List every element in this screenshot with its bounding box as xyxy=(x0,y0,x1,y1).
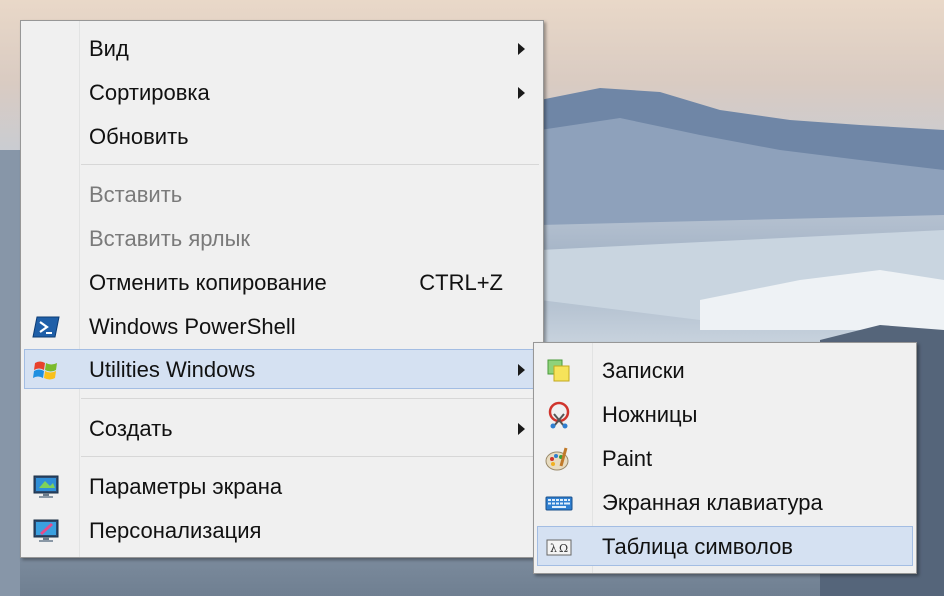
menu-item-label: Персонализация xyxy=(89,518,262,543)
submenu-item-snipping-tool[interactable]: Ножницы xyxy=(537,394,913,434)
menu-item-shortcut: CTRL+Z xyxy=(419,270,503,295)
submenu-arrow-icon xyxy=(518,423,525,435)
menu-item-label: Вставить xyxy=(89,182,183,207)
menu-item-refresh[interactable]: Обновить xyxy=(24,116,540,156)
submenu-item-sticky-notes[interactable]: Записки xyxy=(537,350,913,390)
on-screen-keyboard-icon xyxy=(545,496,573,511)
snipping-tool-icon xyxy=(548,401,570,429)
submenu-item-label: Paint xyxy=(602,446,653,471)
menu-item-view[interactable]: Вид xyxy=(24,28,540,68)
menu-separator xyxy=(81,164,539,165)
powershell-icon xyxy=(32,316,60,338)
menu-item-label: Параметры экрана xyxy=(89,474,283,499)
menu-separator xyxy=(81,398,539,399)
paint-icon xyxy=(545,447,569,471)
submenu-item-label: Экранная клавиатура xyxy=(602,490,823,515)
submenu-arrow-icon xyxy=(518,364,525,376)
menu-item-sort[interactable]: Сортировка xyxy=(24,72,540,112)
svg-text:λ: λ xyxy=(550,542,557,555)
submenu-item-paint[interactable]: Paint xyxy=(537,438,913,478)
submenu-arrow-icon xyxy=(518,87,525,99)
character-map-icon: λ Ω xyxy=(546,539,572,556)
menu-item-undo-copy[interactable]: Отменить копирование CTRL+Z xyxy=(24,262,540,302)
menu-separator xyxy=(81,456,539,457)
display-settings-icon xyxy=(33,475,59,498)
menu-item-personalization[interactable]: Персонализация xyxy=(24,510,540,550)
submenu-item-character-map[interactable]: λ Ω Таблица символов xyxy=(537,526,913,566)
menu-item-label: Вставить ярлык xyxy=(89,226,251,251)
sticky-notes-icon xyxy=(547,359,570,382)
menu-item-label: Отменить копирование xyxy=(89,270,327,295)
desktop-context-menu: Вид Сортировка Обновить Вставить Вставит… xyxy=(20,20,544,558)
personalization-icon xyxy=(33,519,59,542)
menu-item-label: Windows PowerShell xyxy=(89,314,296,339)
submenu-item-label: Таблица символов xyxy=(602,534,793,559)
windows-logo-icon xyxy=(33,361,57,380)
menu-item-label: Создать xyxy=(89,416,173,441)
menu-item-paste[interactable]: Вставить xyxy=(24,174,540,214)
menu-item-label: Utilities Windows xyxy=(89,357,256,382)
menu-item-label: Вид xyxy=(89,36,129,61)
svg-text:Ω: Ω xyxy=(559,542,568,555)
menu-item-powershell[interactable]: Windows PowerShell xyxy=(24,306,540,346)
submenu-item-on-screen-keyboard[interactable]: Экранная клавиатура xyxy=(537,482,913,522)
submenu-arrow-icon xyxy=(518,43,525,55)
menu-item-label: Обновить xyxy=(89,124,189,149)
menu-item-display-settings[interactable]: Параметры экрана xyxy=(24,466,540,506)
submenu-item-label: Ножницы xyxy=(602,402,698,427)
submenu-item-label: Записки xyxy=(602,358,685,383)
menu-item-utilities-windows[interactable]: Utilities Windows xyxy=(24,349,540,389)
menu-item-create[interactable]: Создать xyxy=(24,408,540,448)
menu-item-paste-shortcut[interactable]: Вставить ярлык xyxy=(24,218,540,258)
utilities-submenu: Записки Ножницы Paint Экранная клавиатур… xyxy=(533,342,917,574)
menu-item-label: Сортировка xyxy=(89,80,210,105)
